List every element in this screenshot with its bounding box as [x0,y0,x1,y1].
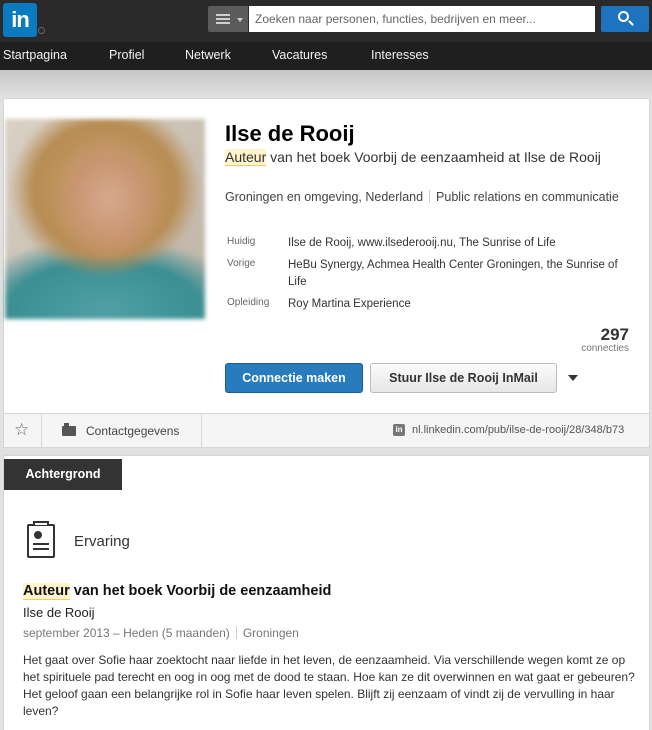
header-shadow [0,70,652,98]
search-button[interactable] [601,6,649,32]
search-icon [618,11,629,22]
connections-count: 297 [600,325,629,344]
fact-label: Vorige [227,258,256,269]
fact-row-current: Huidig Ilse de Rooij, www.ilsederooij.nu… [227,235,637,252]
registered-mark-icon [38,27,45,34]
fact-label: Huidig [227,236,256,247]
position-location: Groningen [242,626,299,640]
experience-section-title: Ervaring [74,533,130,550]
top-bar: in [0,0,652,42]
position-title-highlight: Auteur [23,583,70,600]
fact-value[interactable]: HeBu Synergy, Achmea Health Center Groni… [288,257,633,291]
nav-item-startpagina[interactable]: Startpagina [3,48,67,62]
nav-item-netwerk[interactable]: Netwerk [185,48,231,62]
position-dates: september 2013 – Heden (5 maanden) [23,626,230,640]
public-profile-url[interactable]: nl.linkedin.com/pub/ilse-de-rooij/28/348… [412,424,624,436]
contact-info-label: Contactgegevens [86,424,180,438]
nav-item-profiel[interactable]: Profiel [109,48,144,62]
profile-photo[interactable] [5,119,205,319]
nav-item-interesses[interactable]: Interesses [371,48,429,62]
chevron-down-icon [237,18,243,22]
background-tab[interactable]: Achtergrond [4,459,122,490]
profile-card: Ilse de Rooij Auteur van het boek Voorbi… [3,98,650,448]
connect-button[interactable]: Connectie maken [225,363,363,393]
profile-facts: Huidig Ilse de Rooij, www.ilsederooij.nu… [227,235,637,318]
fact-value[interactable]: Ilse de Rooij, www.ilsederooij.nu, The S… [288,235,633,252]
position-dates-location: september 2013 – Heden (5 maanden) Gronin… [23,626,299,640]
search-input[interactable] [249,6,595,32]
more-caret-icon[interactable] [568,375,578,381]
fact-value[interactable]: Roy Martina Experience [288,296,633,313]
position-company[interactable]: Ilse de Rooij [23,605,95,620]
linkedin-logo[interactable]: in [3,3,37,37]
experience-document-icon [27,521,55,558]
profile-name: Ilse de Rooij [225,121,355,146]
profile-location-industry: Groningen en omgeving, Nederland Public r… [225,189,635,206]
profile-location[interactable]: Groningen en omgeving, Nederland [225,190,423,204]
position-title[interactable]: Auteur van het boek Voorbij de eenzaamhe… [23,583,332,600]
fact-label: Opleiding [227,297,270,308]
contact-card-icon [62,423,76,436]
main-nav: Startpagina Profiel Netwerk Vacatures In… [0,42,652,70]
background-section: Achtergrond Ervaring Auteur van het boek… [3,455,650,730]
divider [429,190,431,203]
save-profile-button[interactable]: ☆ [4,414,42,448]
nav-item-vacatures[interactable]: Vacatures [272,48,327,62]
profile-headline: Auteur van het boek Voorbij de eenzaamhe… [225,148,635,167]
fact-row-previous: Vorige HeBu Synergy, Achmea Health Cente… [227,257,637,291]
position-description: Het gaat over Sofie haar zoektocht naar … [23,653,635,718]
profile-card-footer: ☆ Contactgegevens in nl.linkedin.com/pub… [4,413,649,448]
search-category-icon [216,14,230,24]
headline-highlight: Auteur [225,149,267,166]
contact-info-button[interactable]: Contactgegevens [42,414,202,448]
divider [235,626,237,639]
fact-row-education: Opleiding Roy Martina Experience [227,296,637,313]
search-category-dropdown[interactable] [208,6,248,32]
linkedin-url-icon: in [393,424,405,436]
profile-industry[interactable]: Public relations en communicatie [436,190,619,204]
star-icon: ☆ [14,420,30,439]
send-inmail-button[interactable]: Stuur Ilse de Rooij InMail [370,363,557,393]
position-title-text: van het boek Voorbij de eenzaamheid [69,583,332,599]
headline-text: van het boek Voorbij de eenzaamheid at I… [266,149,601,165]
connections-label: connecties [581,343,629,354]
